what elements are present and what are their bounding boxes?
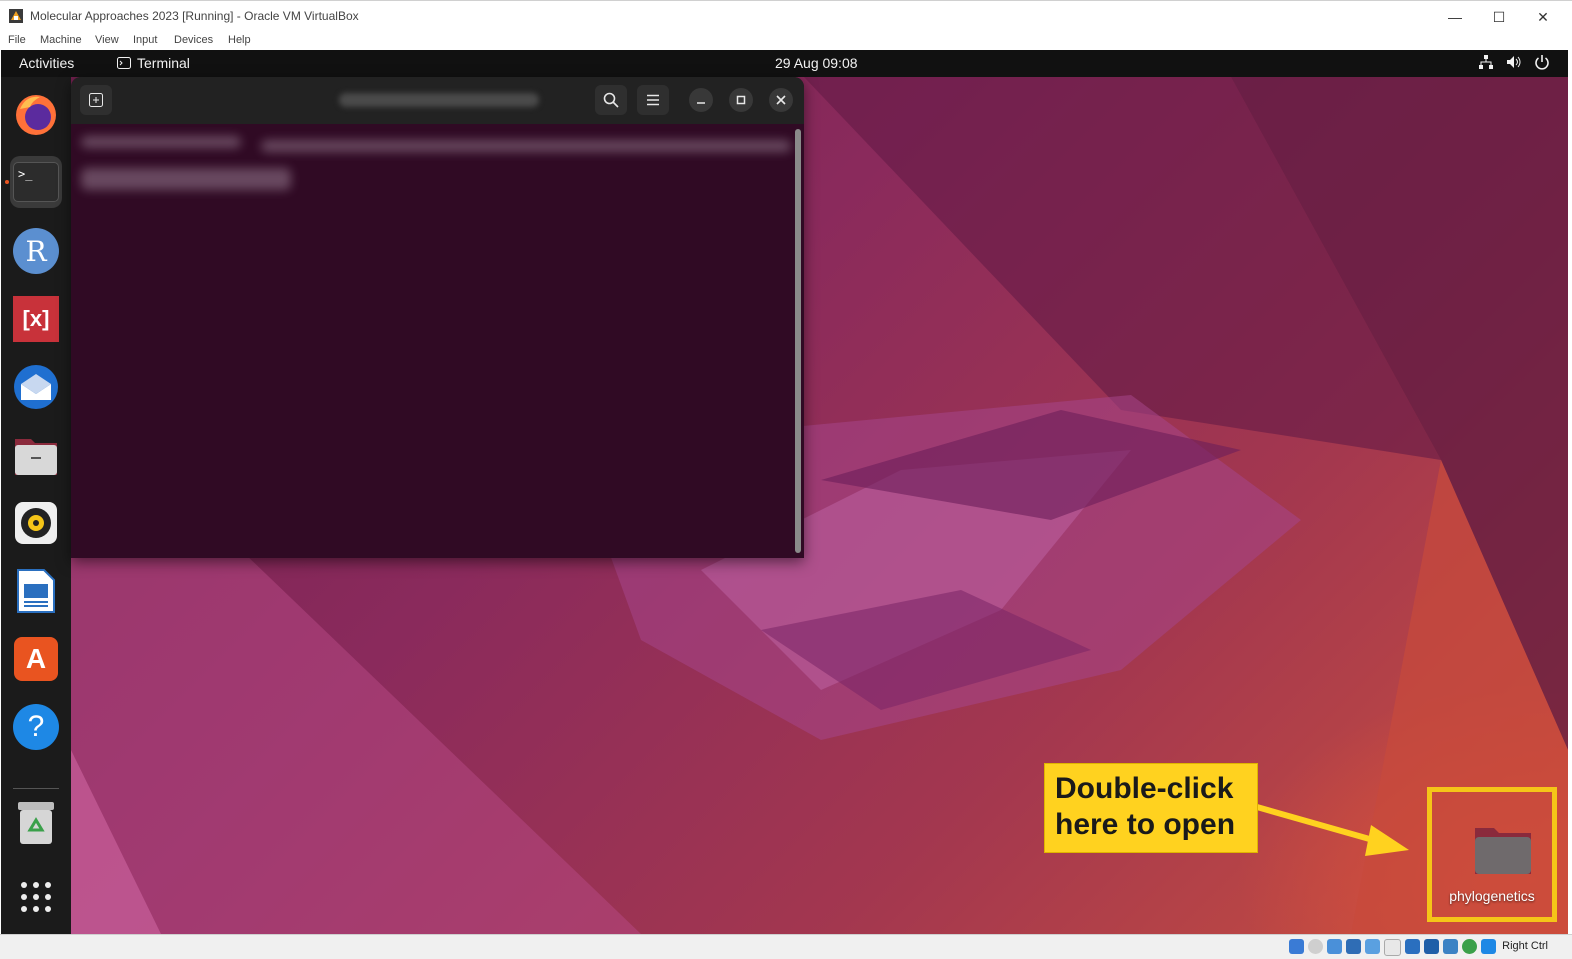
dock-trash[interactable]	[10, 797, 62, 849]
terminal-window[interactable]	[71, 77, 804, 558]
app-menu-label: Terminal	[137, 55, 190, 71]
terminal-icon	[117, 57, 131, 69]
folder-label[interactable]: phylogenetics	[1432, 888, 1552, 904]
menu-icon	[647, 94, 659, 106]
menu-machine[interactable]: Machine	[40, 34, 82, 46]
dock: >_ R [x] A ?	[1, 77, 71, 934]
network-adapter-icon[interactable]	[1346, 939, 1361, 954]
mesquite-glyph: [x]	[22, 306, 50, 331]
recording-icon[interactable]	[1424, 939, 1439, 954]
menu-input[interactable]: Input	[133, 34, 157, 46]
dock-rhythmbox[interactable]	[10, 497, 62, 549]
redacted-text	[81, 168, 291, 190]
dock-thunderbird[interactable]	[10, 361, 62, 413]
search-icon	[603, 92, 619, 108]
app-center-glyph: A	[25, 643, 47, 674]
running-indicator	[5, 180, 9, 184]
guest-screen: Activities Terminal 29 Aug 09:08 >_ R [x…	[1, 50, 1568, 934]
host-titlebar: Molecular Approaches 2023 [Running] - Or…	[0, 0, 1572, 33]
app-menu[interactable]: Terminal	[117, 55, 190, 71]
usb-icon[interactable]	[1365, 939, 1380, 954]
dock-terminal[interactable]: >_	[10, 156, 62, 208]
terminal-headerbar[interactable]	[71, 77, 804, 124]
virtualbox-app-icon	[9, 9, 23, 23]
help-icon: ?	[13, 704, 59, 750]
writer-icon	[17, 569, 55, 613]
activities-button[interactable]: Activities	[19, 55, 74, 71]
volume-icon	[1507, 56, 1521, 68]
dock-files[interactable]	[10, 429, 62, 481]
gnome-topbar: Activities Terminal 29 Aug 09:08	[1, 50, 1568, 77]
dock-show-apps[interactable]	[10, 871, 62, 923]
dock-r[interactable]: R	[10, 225, 62, 277]
terminal-output[interactable]	[71, 124, 804, 558]
host-menubar: File Machine View Input Devices Help	[0, 32, 1572, 50]
folder-icon[interactable]	[1474, 824, 1532, 876]
terminal-menu-button[interactable]	[637, 85, 669, 115]
help-glyph: ?	[27, 710, 45, 743]
r-glyph: R	[25, 234, 47, 268]
terminal-scrollbar[interactable]	[795, 129, 801, 553]
maximize-icon: ☐	[1492, 8, 1506, 25]
app-center-icon: A	[14, 637, 58, 681]
dock-firefox[interactable]	[10, 89, 62, 141]
menu-view[interactable]: View	[95, 34, 119, 46]
files-icon	[15, 439, 57, 475]
host-minimize-button[interactable]: —	[1432, 1, 1478, 33]
minimize-icon: —	[1448, 9, 1462, 25]
audio-icon[interactable]	[1327, 939, 1342, 954]
new-tab-icon	[89, 93, 103, 107]
dock-help[interactable]: ?	[10, 701, 62, 753]
r-icon: R	[13, 228, 59, 274]
terminal-icon: >_	[13, 162, 59, 202]
host-maximize-button[interactable]: ☐	[1476, 1, 1522, 33]
dock-mesquite[interactable]: [x]	[10, 293, 62, 345]
mouse-integration-icon[interactable]	[1481, 939, 1496, 954]
callout-line-2: here to open	[1055, 808, 1236, 841]
host-close-button[interactable]: ✕	[1520, 1, 1566, 33]
menu-file[interactable]: File	[8, 34, 26, 46]
host-statusbar: Right Ctrl	[0, 934, 1572, 959]
redacted-text	[261, 140, 791, 152]
rhythmbox-icon	[15, 502, 57, 544]
clock[interactable]: 29 Aug 09:08	[775, 55, 858, 71]
callout-line-1: Double-click	[1055, 772, 1234, 805]
firefox-icon	[16, 95, 56, 135]
terminal-close-button[interactable]	[769, 88, 793, 112]
power-icon	[1535, 55, 1549, 70]
host-window-title: Molecular Approaches 2023 [Running] - Or…	[30, 9, 359, 23]
terminal-glyph: >_	[18, 167, 33, 181]
menu-devices[interactable]: Devices	[174, 34, 213, 46]
minimize-icon	[697, 102, 705, 104]
app-grid-icon	[21, 882, 51, 912]
dock-app-center[interactable]: A	[10, 633, 62, 685]
terminal-title	[339, 93, 539, 107]
dock-separator	[13, 788, 59, 789]
trash-icon	[18, 802, 54, 844]
hard-disk-icon[interactable]	[1289, 939, 1304, 954]
terminal-search-button[interactable]	[595, 85, 627, 115]
host-key-label: Right Ctrl	[1502, 940, 1548, 952]
redacted-text	[81, 136, 241, 148]
menu-help[interactable]: Help	[228, 34, 251, 46]
maximize-icon	[736, 95, 746, 105]
vt-x-icon[interactable]	[1443, 939, 1458, 954]
guest-additions-icon[interactable]	[1462, 939, 1477, 954]
optical-drive-icon[interactable]	[1308, 939, 1323, 954]
close-icon: ✕	[1537, 8, 1549, 25]
new-tab-button[interactable]	[80, 85, 112, 115]
folder-highlight: phylogenetics	[1427, 787, 1557, 922]
terminal-minimize-button[interactable]	[689, 88, 713, 112]
mesquite-icon: [x]	[13, 296, 59, 342]
terminal-maximize-button[interactable]	[729, 88, 753, 112]
status-indicators[interactable]	[1289, 939, 1496, 956]
instruction-callout: Double-click here to open	[1044, 763, 1258, 853]
system-tray[interactable]	[1478, 54, 1550, 70]
shared-folders-icon[interactable]	[1384, 939, 1401, 956]
display-icon[interactable]	[1405, 939, 1420, 954]
close-icon	[776, 95, 786, 105]
thunderbird-icon	[14, 365, 58, 409]
dock-writer[interactable]	[10, 565, 62, 617]
network-icon	[1479, 55, 1493, 69]
